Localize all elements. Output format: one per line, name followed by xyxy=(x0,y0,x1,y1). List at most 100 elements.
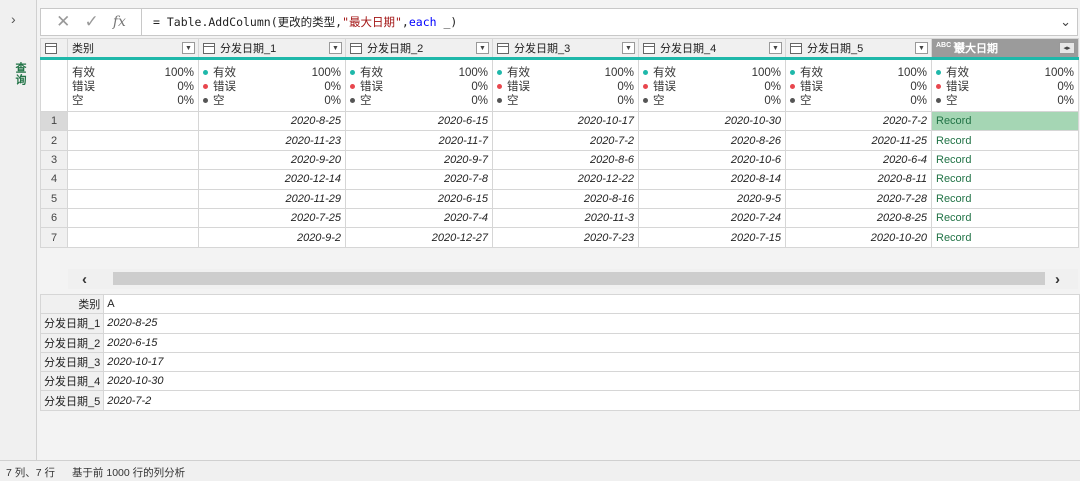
date-cell[interactable]: 2020-7-4 xyxy=(345,207,493,229)
expand-column-icon[interactable]: ◂▸ xyxy=(1059,42,1075,54)
date-cell[interactable]: 2020-10-17 xyxy=(492,110,639,132)
date-cell[interactable]: 2020-9-7 xyxy=(345,149,493,171)
row-number[interactable]: 2 xyxy=(40,130,68,151)
date-cell[interactable]: 2020-7-2 xyxy=(492,130,639,151)
record-link[interactable]: Record xyxy=(931,188,1079,209)
table-menu-button[interactable] xyxy=(40,38,68,60)
date-type-icon[interactable] xyxy=(790,42,802,54)
date-cell[interactable]: 2020-6-15 xyxy=(345,110,493,132)
date-type-icon[interactable] xyxy=(350,42,362,54)
date-cell[interactable]: 2020-6-4 xyxy=(785,149,932,171)
column-header[interactable]: 类别 ▼ xyxy=(67,38,199,60)
category-cell[interactable] xyxy=(67,169,199,190)
date-cell[interactable]: 2020-7-24 xyxy=(638,207,786,229)
detail-row: 分发日期_5 2020-7-2 xyxy=(39,390,1080,411)
category-cell[interactable] xyxy=(67,188,199,209)
date-cell[interactable]: 2020-8-26 xyxy=(638,130,786,151)
row-number[interactable]: 4 xyxy=(40,169,68,190)
column-profile: 有效 100% 错误 0% 空 0% xyxy=(67,58,199,112)
date-cell[interactable]: 2020-8-11 xyxy=(785,169,932,190)
date-cell[interactable]: 2020-7-15 xyxy=(638,227,786,248)
category-cell[interactable] xyxy=(67,227,199,248)
row-number[interactable]: 3 xyxy=(40,149,68,171)
table-row[interactable]: 1 2020-8-25 2020-6-15 2020-10-17 2020-10-30 2… xyxy=(40,110,1079,132)
date-cell[interactable]: 2020-8-25 xyxy=(785,207,932,229)
date-type-icon[interactable] xyxy=(643,42,655,54)
filter-dropdown-icon[interactable]: ▼ xyxy=(915,42,928,54)
row-number[interactable]: 1 xyxy=(40,110,68,132)
record-link[interactable]: Record xyxy=(931,169,1079,190)
date-cell[interactable]: 2020-11-7 xyxy=(345,130,493,151)
date-cell[interactable]: 2020-7-23 xyxy=(492,227,639,248)
date-cell[interactable]: 2020-10-20 xyxy=(785,227,932,248)
date-cell[interactable]: 2020-11-23 xyxy=(198,130,346,151)
table-row[interactable]: 5 2020-11-29 2020-6-15 2020-8-16 2020-9-5 202… xyxy=(40,188,1079,209)
chevron-right-icon[interactable]: › xyxy=(11,11,16,27)
column-header[interactable]: 分发日期_4 ▼ xyxy=(638,38,786,60)
date-cell[interactable]: 2020-7-8 xyxy=(345,169,493,190)
row-number[interactable]: 6 xyxy=(40,207,68,229)
profiling-basis[interactable]: 基于前 1000 行的列分析 xyxy=(72,467,185,479)
category-cell[interactable] xyxy=(67,130,199,151)
category-cell[interactable] xyxy=(67,149,199,171)
date-cell[interactable]: 2020-8-16 xyxy=(492,188,639,209)
date-cell[interactable]: 2020-10-6 xyxy=(638,149,786,171)
date-cell[interactable]: 2020-11-29 xyxy=(198,188,346,209)
date-cell[interactable]: 2020-11-25 xyxy=(785,130,932,151)
category-cell[interactable] xyxy=(67,110,199,132)
category-cell[interactable] xyxy=(67,207,199,229)
date-cell[interactable]: 2020-12-22 xyxy=(492,169,639,190)
date-cell[interactable]: 2020-8-6 xyxy=(492,149,639,171)
record-link[interactable]: Record xyxy=(931,227,1079,248)
column-name: 分发日期_4 xyxy=(660,43,717,55)
row-number[interactable]: 7 xyxy=(40,227,68,248)
date-cell[interactable]: 2020-7-25 xyxy=(198,207,346,229)
formula-input[interactable]: = Table.AddColumn(更改的类型,"最大日期",each _) xyxy=(153,14,457,30)
scrollbar-thumb[interactable] xyxy=(113,272,1045,285)
column-header[interactable]: 分发日期_5 ▼ xyxy=(785,38,932,60)
horizontal-scrollbar[interactable]: ‹ › xyxy=(68,269,1078,289)
column-header[interactable]: 分发日期_2 ▼ xyxy=(345,38,493,60)
record-link[interactable]: Record xyxy=(931,207,1079,229)
date-cell[interactable]: 2020-6-15 xyxy=(345,188,493,209)
queries-label[interactable]: 查询 xyxy=(12,62,28,86)
date-cell[interactable]: 2020-9-5 xyxy=(638,188,786,209)
date-cell[interactable]: 2020-9-2 xyxy=(198,227,346,248)
date-cell[interactable]: 2020-10-30 xyxy=(638,110,786,132)
table-row[interactable]: 7 2020-9-2 2020-12-27 2020-7-23 2020-7-15 202… xyxy=(40,227,1079,248)
date-cell[interactable]: 2020-9-20 xyxy=(198,149,346,171)
fx-icon[interactable]: fx xyxy=(113,14,126,30)
filter-dropdown-icon[interactable]: ▼ xyxy=(476,42,489,54)
column-header[interactable]: 分发日期_3 ▼ xyxy=(492,38,639,60)
date-type-icon[interactable] xyxy=(203,42,215,54)
record-link[interactable]: Record xyxy=(931,149,1079,171)
date-cell[interactable]: 2020-8-25 xyxy=(198,110,346,132)
table-row[interactable]: 6 2020-7-25 2020-7-4 2020-11-3 2020-7-24 2020… xyxy=(40,207,1079,229)
date-type-icon[interactable] xyxy=(497,42,509,54)
record-link[interactable]: Record xyxy=(931,130,1079,151)
date-cell[interactable]: 2020-7-28 xyxy=(785,188,932,209)
column-header-selected[interactable]: ABC 123最大日期 ◂▸ xyxy=(931,38,1079,60)
record-link[interactable]: Record xyxy=(931,110,1079,132)
filter-dropdown-icon[interactable]: ▼ xyxy=(769,42,782,54)
date-cell[interactable]: 2020-12-27 xyxy=(345,227,493,248)
any-type-icon[interactable]: ABC 123 xyxy=(936,42,965,54)
scroll-right-icon[interactable]: › xyxy=(1055,271,1060,288)
date-cell[interactable]: 2020-7-2 xyxy=(785,110,932,132)
filter-dropdown-icon[interactable]: ▼ xyxy=(622,42,635,54)
date-cell[interactable]: 2020-8-14 xyxy=(638,169,786,190)
confirm-icon[interactable]: ✓ xyxy=(84,12,98,32)
table-row[interactable]: 3 2020-9-20 2020-9-7 2020-8-6 2020-10-6 2020-… xyxy=(40,149,1079,171)
scroll-left-icon[interactable]: ‹ xyxy=(82,271,87,288)
filter-dropdown-icon[interactable]: ▼ xyxy=(182,42,195,54)
chevron-down-icon[interactable]: ⌄ xyxy=(1060,14,1071,30)
cancel-icon[interactable]: ✕ xyxy=(56,12,70,32)
valid-dot-icon xyxy=(497,70,502,76)
table-row[interactable]: 4 2020-12-14 2020-7-8 2020-12-22 2020-8-14 20… xyxy=(40,169,1079,190)
row-number[interactable]: 5 xyxy=(40,188,68,209)
date-cell[interactable]: 2020-12-14 xyxy=(198,169,346,190)
table-row[interactable]: 2 2020-11-23 2020-11-7 2020-7-2 2020-8-26 202… xyxy=(40,130,1079,151)
date-cell[interactable]: 2020-11-3 xyxy=(492,207,639,229)
column-header[interactable]: 分发日期_1 ▼ xyxy=(198,38,346,60)
filter-dropdown-icon[interactable]: ▼ xyxy=(329,42,342,54)
